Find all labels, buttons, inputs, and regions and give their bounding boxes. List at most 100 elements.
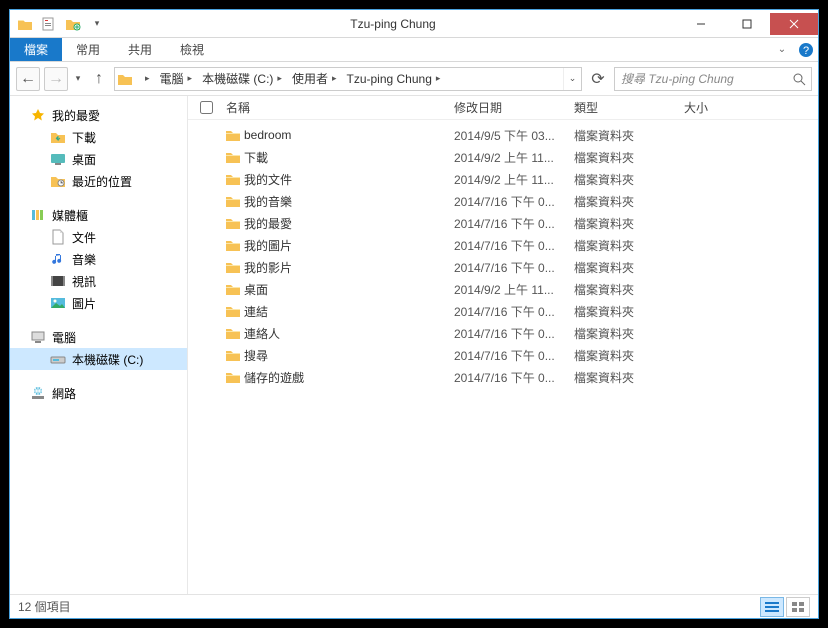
nav-downloads[interactable]: 下載 — [10, 126, 187, 148]
folder-icon — [224, 238, 242, 252]
tab-home[interactable]: 常用 — [62, 38, 114, 61]
navigation-pane: 我的最愛 下載 桌面 最近的位置 媒體櫃 文件 音樂 視訊 圖片 — [10, 96, 188, 594]
column-name[interactable]: 名稱 — [224, 99, 454, 116]
column-type[interactable]: 類型 — [574, 99, 684, 116]
window-title: Tzu-ping Chung — [108, 17, 678, 31]
video-icon — [50, 273, 66, 289]
libraries-icon — [30, 207, 46, 223]
title-bar: ▾ Tzu-ping Chung — [10, 10, 818, 38]
qat-new-folder-icon[interactable] — [62, 13, 84, 35]
select-all-checkbox[interactable] — [188, 101, 224, 114]
file-row[interactable]: 連結2014/7/16 下午 0...檔案資料夾 — [188, 300, 818, 322]
file-type: 檔案資料夾 — [574, 259, 684, 276]
folder-icon — [224, 194, 242, 208]
document-icon — [50, 229, 66, 245]
desktop-icon — [50, 151, 66, 167]
column-size[interactable]: 大小 — [684, 99, 744, 116]
history-dropdown-icon[interactable]: ▾ — [72, 73, 84, 84]
refresh-button[interactable]: ⟳ — [586, 67, 610, 91]
address-dropdown-icon[interactable]: ⌄ — [563, 68, 581, 90]
file-date: 2014/7/16 下午 0... — [454, 215, 574, 232]
nav-pictures[interactable]: 圖片 — [10, 292, 187, 314]
breadcrumb-computer[interactable]: 電腦▸ — [154, 68, 197, 90]
nav-libraries[interactable]: 媒體櫃 — [10, 204, 187, 226]
file-name: 搜尋 — [244, 347, 454, 364]
file-row[interactable]: 我的音樂2014/7/16 下午 0...檔案資料夾 — [188, 190, 818, 212]
explorer-window: ▾ Tzu-ping Chung 檔案 常用 共用 檢視 ⌄ ? ← → ▾ ↑… — [9, 9, 819, 619]
breadcrumb-current[interactable]: Tzu-ping Chung▸ — [340, 68, 444, 90]
file-type: 檔案資料夾 — [574, 347, 684, 364]
file-row[interactable]: bedroom2014/9/5 下午 03...檔案資料夾 — [188, 124, 818, 146]
breadcrumb-root[interactable]: ▸ — [135, 68, 154, 90]
file-date: 2014/9/5 下午 03... — [454, 127, 574, 144]
file-type: 檔案資料夾 — [574, 303, 684, 320]
file-row[interactable]: 連絡人2014/7/16 下午 0...檔案資料夾 — [188, 322, 818, 344]
file-type: 檔案資料夾 — [574, 149, 684, 166]
nav-recent[interactable]: 最近的位置 — [10, 170, 187, 192]
close-button[interactable] — [770, 13, 818, 35]
file-row[interactable]: 我的最愛2014/7/16 下午 0...檔案資料夾 — [188, 212, 818, 234]
nav-favorites[interactable]: 我的最愛 — [10, 104, 187, 126]
file-row[interactable]: 搜尋2014/7/16 下午 0...檔案資料夾 — [188, 344, 818, 366]
maximize-button[interactable] — [724, 13, 770, 35]
file-row[interactable]: 我的影片2014/7/16 下午 0...檔案資料夾 — [188, 256, 818, 278]
nav-music[interactable]: 音樂 — [10, 248, 187, 270]
file-date: 2014/7/16 下午 0... — [454, 259, 574, 276]
up-button[interactable]: ↑ — [88, 68, 110, 90]
file-type: 檔案資料夾 — [574, 193, 684, 210]
file-row[interactable]: 我的圖片2014/7/16 下午 0...檔案資料夾 — [188, 234, 818, 256]
nav-documents[interactable]: 文件 — [10, 226, 187, 248]
back-button[interactable]: ← — [16, 67, 40, 91]
minimize-button[interactable] — [678, 13, 724, 35]
forward-button[interactable]: → — [44, 67, 68, 91]
nav-network[interactable]: 網路 — [10, 382, 187, 404]
file-name: 我的音樂 — [244, 193, 454, 210]
quick-access-toolbar: ▾ — [10, 13, 108, 35]
tab-share[interactable]: 共用 — [114, 38, 166, 61]
tab-file[interactable]: 檔案 — [10, 38, 62, 61]
search-icon[interactable] — [787, 72, 811, 86]
file-row[interactable]: 桌面2014/9/2 上午 11...檔案資料夾 — [188, 278, 818, 300]
folder-icon — [224, 260, 242, 274]
app-icon[interactable] — [14, 13, 36, 35]
file-date: 2014/7/16 下午 0... — [454, 369, 574, 386]
file-name: 桌面 — [244, 281, 454, 298]
file-date: 2014/7/16 下午 0... — [454, 347, 574, 364]
search-box[interactable]: 搜尋 Tzu-ping Chung — [614, 67, 812, 91]
icons-view-button[interactable] — [786, 597, 810, 617]
qat-dropdown-icon[interactable]: ▾ — [86, 13, 108, 35]
file-type: 檔案資料夾 — [574, 215, 684, 232]
file-name: 我的文件 — [244, 171, 454, 188]
folder-icon — [224, 370, 242, 384]
folder-icon — [224, 304, 242, 318]
nav-videos[interactable]: 視訊 — [10, 270, 187, 292]
nav-drive-c[interactable]: 本機磁碟 (C:) — [10, 348, 187, 370]
file-name: 下載 — [244, 149, 454, 166]
file-rows: bedroom2014/9/5 下午 03...檔案資料夾下載2014/9/2 … — [188, 120, 818, 594]
help-icon[interactable]: ? — [794, 38, 818, 61]
file-row[interactable]: 我的文件2014/9/2 上午 11...檔案資料夾 — [188, 168, 818, 190]
column-date[interactable]: 修改日期 — [454, 99, 574, 116]
breadcrumb-users[interactable]: 使用者▸ — [286, 68, 341, 90]
folder-icon — [224, 326, 242, 340]
file-date: 2014/7/16 下午 0... — [454, 237, 574, 254]
star-icon — [30, 107, 46, 123]
details-view-button[interactable] — [760, 597, 784, 617]
tab-view[interactable]: 檢視 — [166, 38, 218, 61]
network-icon — [30, 385, 46, 401]
nav-computer[interactable]: 電腦 — [10, 326, 187, 348]
address-bar[interactable]: ▸ 電腦▸ 本機磁碟 (C:)▸ 使用者▸ Tzu-ping Chung▸ ⌄ — [114, 67, 582, 91]
picture-icon — [50, 295, 66, 311]
qat-properties-icon[interactable] — [38, 13, 60, 35]
folder-icon — [224, 172, 242, 186]
ribbon-expand-icon[interactable]: ⌄ — [770, 38, 794, 61]
file-row[interactable]: 下載2014/9/2 上午 11...檔案資料夾 — [188, 146, 818, 168]
file-name: bedroom — [244, 128, 454, 142]
file-type: 檔案資料夾 — [574, 127, 684, 144]
file-row[interactable]: 儲存的遊戲2014/7/16 下午 0...檔案資料夾 — [188, 366, 818, 388]
item-count: 12 個項目 — [18, 598, 71, 615]
file-date: 2014/9/2 上午 11... — [454, 149, 574, 166]
breadcrumb-drive[interactable]: 本機磁碟 (C:)▸ — [196, 68, 286, 90]
nav-desktop[interactable]: 桌面 — [10, 148, 187, 170]
folder-icon — [224, 216, 242, 230]
